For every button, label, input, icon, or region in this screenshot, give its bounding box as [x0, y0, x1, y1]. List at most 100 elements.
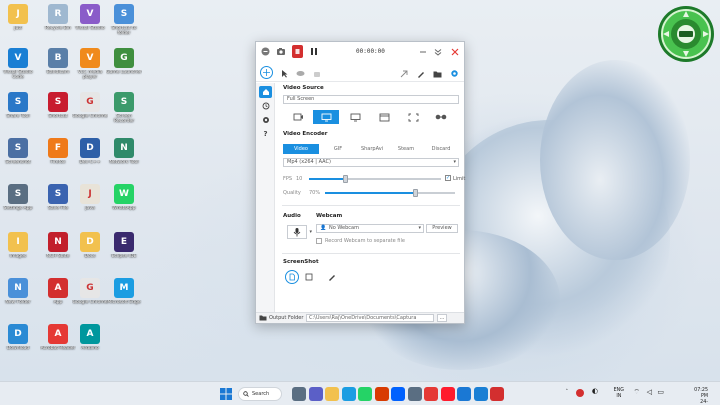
tab-discard[interactable]: Discard: [423, 144, 459, 154]
mode-region[interactable]: [400, 110, 426, 124]
desktop-icon[interactable]: B Bandicam: [40, 48, 76, 90]
tab-gif[interactable]: GIF: [323, 144, 353, 154]
desktop-icon[interactable]: A Acrobat Reader: [40, 324, 76, 366]
cursor-toggle[interactable]: [279, 68, 289, 79]
chevron-down-icon: ▾: [309, 229, 312, 235]
desktop-icon[interactable]: S Save File: [40, 184, 76, 226]
video-source-field[interactable]: Full Screen: [283, 95, 459, 104]
open-folder-button[interactable]: [432, 68, 442, 79]
collapse-button[interactable]: [433, 46, 443, 57]
desktop-icon[interactable]: S Settings App: [0, 184, 36, 226]
mode-window[interactable]: [371, 110, 397, 124]
desktop-icon[interactable]: S Shortcut: [40, 92, 76, 134]
screenshot-edit-button[interactable]: [328, 273, 336, 283]
desktop-icon[interactable]: S Share Tool: [0, 92, 36, 134]
mode-screen[interactable]: [342, 110, 368, 124]
desktop-icon[interactable]: W WhatsApp: [106, 184, 142, 226]
settings-button[interactable]: [449, 68, 459, 79]
desktop-icon[interactable]: N NCH Suite: [40, 232, 76, 274]
desktop-icon[interactable]: D Docs: [72, 232, 108, 274]
desktop-icon[interactable]: S Shortcut to folder: [106, 4, 142, 46]
desktop-icon[interactable]: V Visual Studio: [72, 4, 108, 46]
desktop-icon[interactable]: S Screenshot: [0, 138, 36, 180]
close-button[interactable]: [450, 46, 460, 57]
wifi-icon[interactable]: ⌔: [633, 389, 640, 396]
webcam-select[interactable]: 👤 No Webcam ▾: [316, 224, 424, 233]
desktop-icon[interactable]: J Jutt: [0, 4, 36, 46]
dropbox-icon[interactable]: [391, 387, 405, 401]
pause-button[interactable]: [309, 46, 319, 57]
tab-video[interactable]: Video: [283, 144, 319, 154]
desktop-icon[interactable]: G Game Launcher: [106, 48, 142, 90]
opera-icon[interactable]: [440, 387, 455, 401]
store-icon[interactable]: [457, 387, 471, 401]
desktop-icon[interactable]: E Eclipse IDE: [106, 232, 142, 274]
region-select-button[interactable]: [260, 66, 273, 79]
desktop-icon[interactable]: I Images: [0, 232, 36, 274]
edge-icon[interactable]: [341, 387, 356, 401]
desktop-icon[interactable]: S Screen Recorder: [106, 92, 142, 134]
desktop-icon[interactable]: V VLC media player: [72, 48, 108, 90]
taskbar-search[interactable]: Search: [238, 387, 282, 401]
sidebar-item-help[interactable]: ?: [259, 128, 272, 140]
desktop-icon[interactable]: D Download: [0, 324, 36, 366]
record-tray-icon[interactable]: [576, 389, 584, 397]
microphone-button[interactable]: ▾: [287, 225, 312, 239]
camera-icon[interactable]: [276, 46, 286, 57]
quality-slider-thumb[interactable]: [413, 189, 418, 197]
desktop-icon[interactable]: D Dev-C++: [72, 138, 108, 180]
language-indicator[interactable]: ENG IN: [614, 388, 624, 400]
vscode-icon[interactable]: [473, 387, 488, 401]
whatsapp-icon[interactable]: [358, 387, 372, 401]
chevron-up-icon[interactable]: ˄: [566, 390, 568, 396]
output-folder-path[interactable]: C:\Users\Raj\OneDrive\Documents\Captura: [306, 314, 434, 322]
mode-full-screen[interactable]: [313, 110, 339, 124]
desktop-icon[interactable]: J Java: [72, 184, 108, 226]
fps-slider-thumb[interactable]: [343, 175, 348, 183]
mode-no-video[interactable]: [285, 110, 311, 124]
clock-gadget[interactable]: [657, 5, 715, 63]
teams-icon[interactable]: [308, 387, 323, 401]
tab-sharpavi[interactable]: SharpAvi: [355, 144, 389, 154]
desktop-icon[interactable]: V Visual Studio Code: [0, 48, 36, 90]
task-view-icon[interactable]: [292, 387, 306, 401]
battery-icon[interactable]: ▭: [657, 389, 664, 396]
settings-icon[interactable]: [407, 387, 422, 401]
tray-app-icon[interactable]: ◐: [592, 388, 598, 395]
start-button[interactable]: [219, 387, 233, 401]
sidebar-item-home[interactable]: [259, 86, 272, 98]
click-toggle[interactable]: [295, 68, 305, 79]
desktop-icon[interactable]: A App: [40, 278, 76, 320]
keystrokes-toggle[interactable]: [312, 68, 322, 79]
browse-button[interactable]: …: [437, 314, 447, 322]
codec-select[interactable]: Mp4 (x264 | AAC) ▾: [283, 158, 459, 167]
tab-steam[interactable]: Steam: [391, 144, 421, 154]
record-button[interactable]: [292, 45, 303, 58]
limit-checkbox[interactable]: ✓: [445, 175, 451, 181]
draw-tool[interactable]: [416, 68, 426, 79]
screenshot-clipboard-button[interactable]: [305, 273, 313, 283]
pointer-tool[interactable]: [399, 68, 409, 79]
mode-webcam[interactable]: [428, 110, 454, 124]
desktop-icon[interactable]: M Microsoft Edge: [106, 278, 142, 320]
desktop-icon[interactable]: N New Folder: [0, 278, 36, 320]
recorder-icon[interactable]: [490, 387, 504, 401]
desktop-icon[interactable]: G Google Chrome: [72, 92, 108, 134]
calendar-icon[interactable]: [374, 387, 389, 401]
desktop-icon[interactable]: G Google Chrome: [72, 278, 108, 320]
desktop-icon[interactable]: A Arduino: [72, 324, 108, 366]
clock[interactable]: 07:25 PM 24-01-2023: [694, 388, 708, 405]
record-webcam-checkbox[interactable]: [316, 238, 322, 244]
red-app-icon[interactable]: [424, 387, 438, 401]
menu-icon[interactable]: [260, 46, 270, 57]
preview-button[interactable]: Preview: [426, 224, 458, 233]
speaker-icon[interactable]: ◁: [647, 389, 652, 396]
desktop-icon[interactable]: F Firefox: [40, 138, 76, 180]
sidebar-item-settings[interactable]: [259, 114, 272, 126]
file-explorer-icon[interactable]: [325, 387, 339, 401]
minimize-button[interactable]: [418, 46, 428, 57]
desktop-icon[interactable]: R Recycle Bin: [40, 4, 76, 46]
sidebar-item-history[interactable]: [259, 100, 272, 112]
screenshot-save-button[interactable]: [285, 270, 299, 284]
desktop-icon[interactable]: N Network Tool: [106, 138, 142, 180]
